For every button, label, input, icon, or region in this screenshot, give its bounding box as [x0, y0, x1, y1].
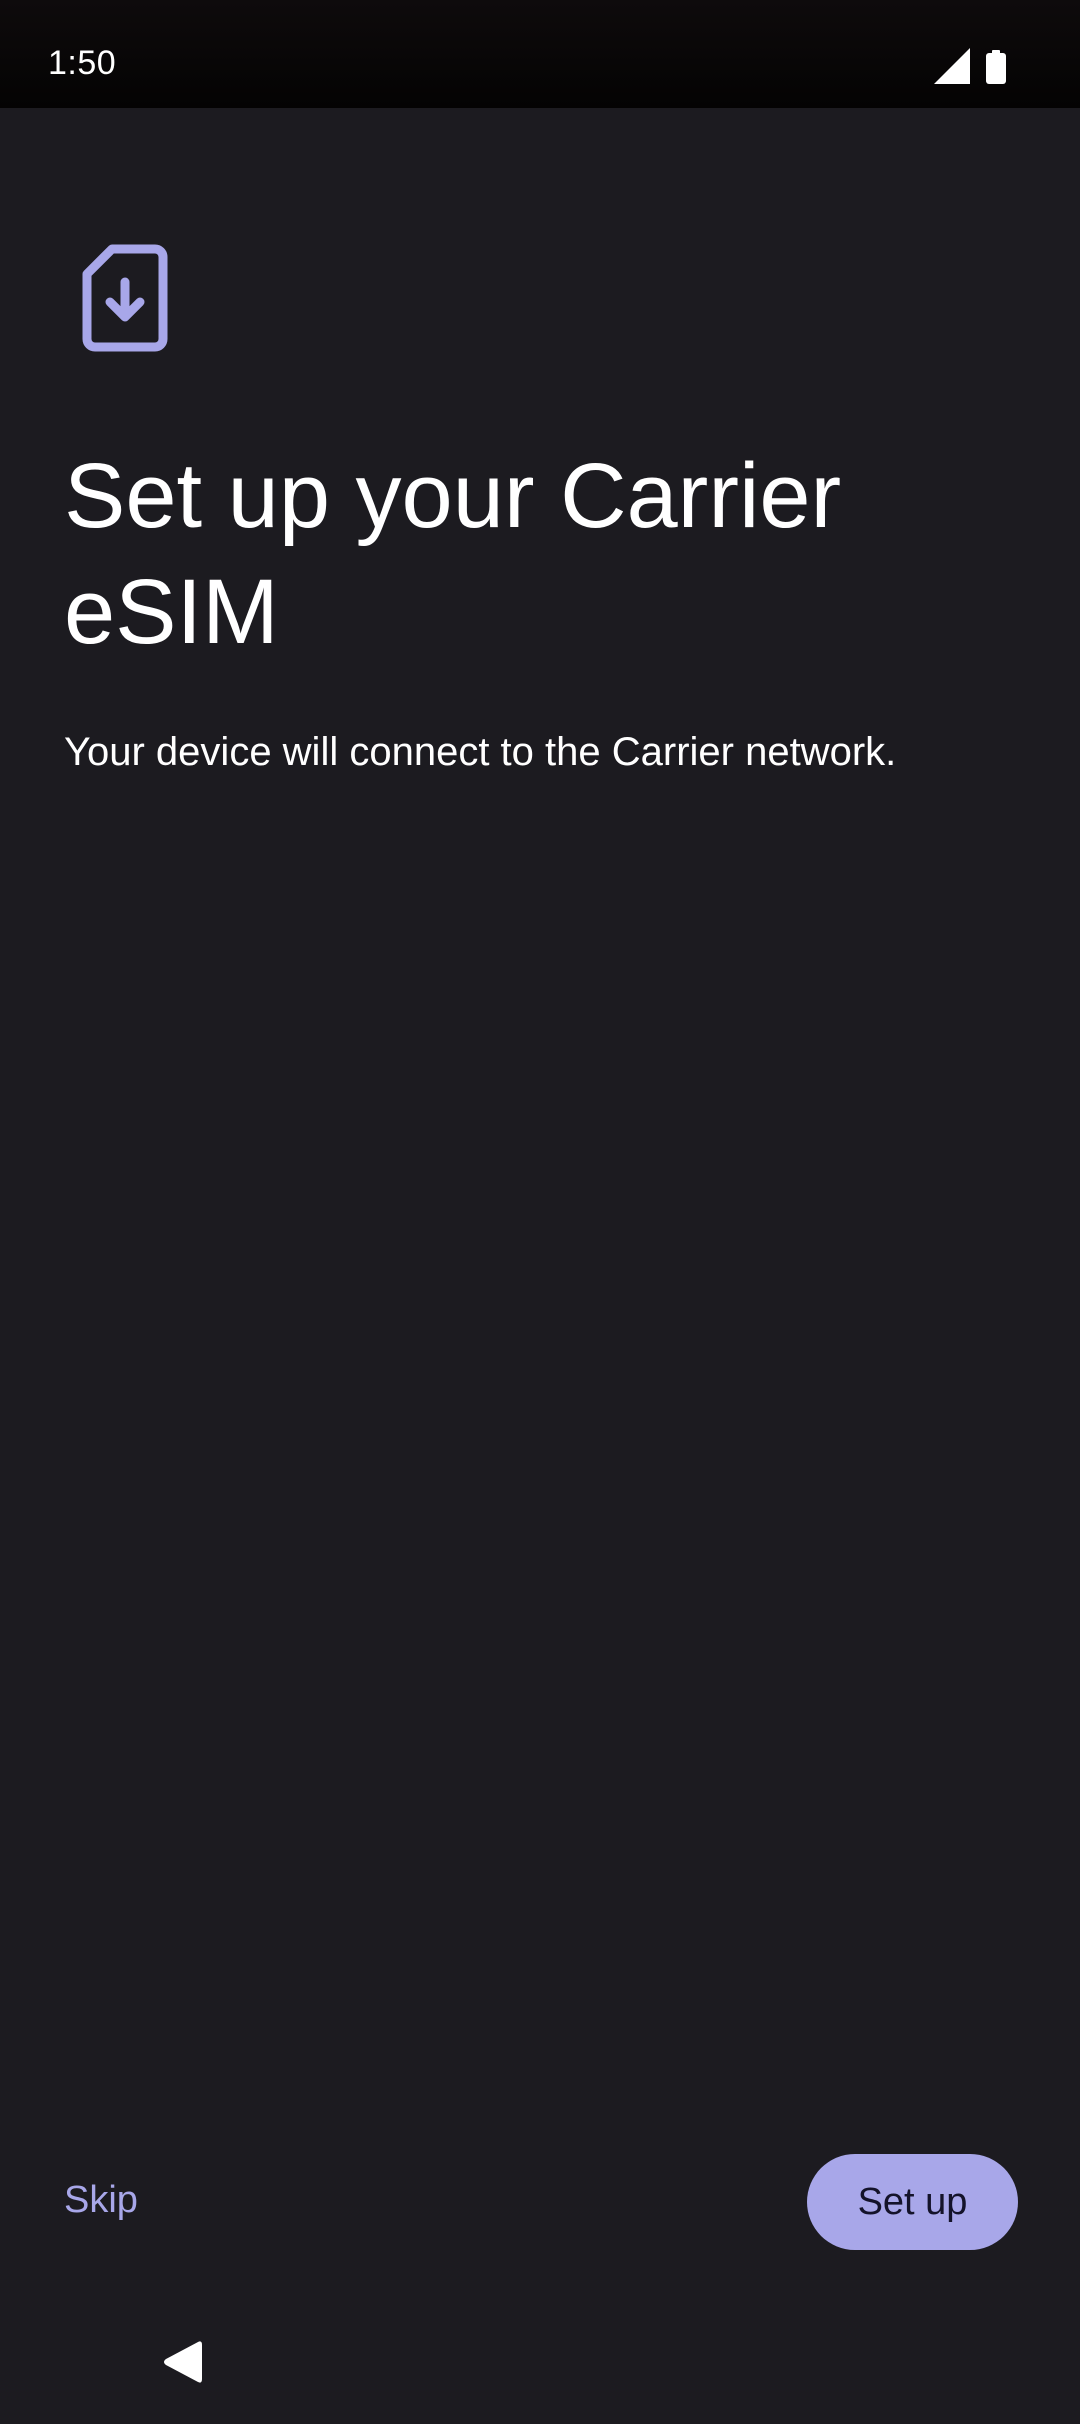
page-title: Set up your Carrier eSIM	[64, 445, 842, 663]
cellular-signal-icon	[934, 48, 970, 84]
page-subtitle: Your device will connect to the Carrier …	[64, 730, 897, 774]
screen: 1:50 Set up your Carrier eSIM Your devic…	[0, 0, 1080, 2424]
skip-button[interactable]: Skip	[50, 2160, 152, 2240]
status-bar: 1:50	[0, 0, 1080, 108]
status-time: 1:50	[48, 44, 117, 82]
set-up-button[interactable]: Set up	[807, 2154, 1018, 2250]
esim-download-icon	[82, 244, 168, 352]
navigation-bar	[0, 2304, 1080, 2424]
back-triangle-icon[interactable]	[160, 2338, 204, 2386]
battery-icon	[986, 50, 1006, 84]
